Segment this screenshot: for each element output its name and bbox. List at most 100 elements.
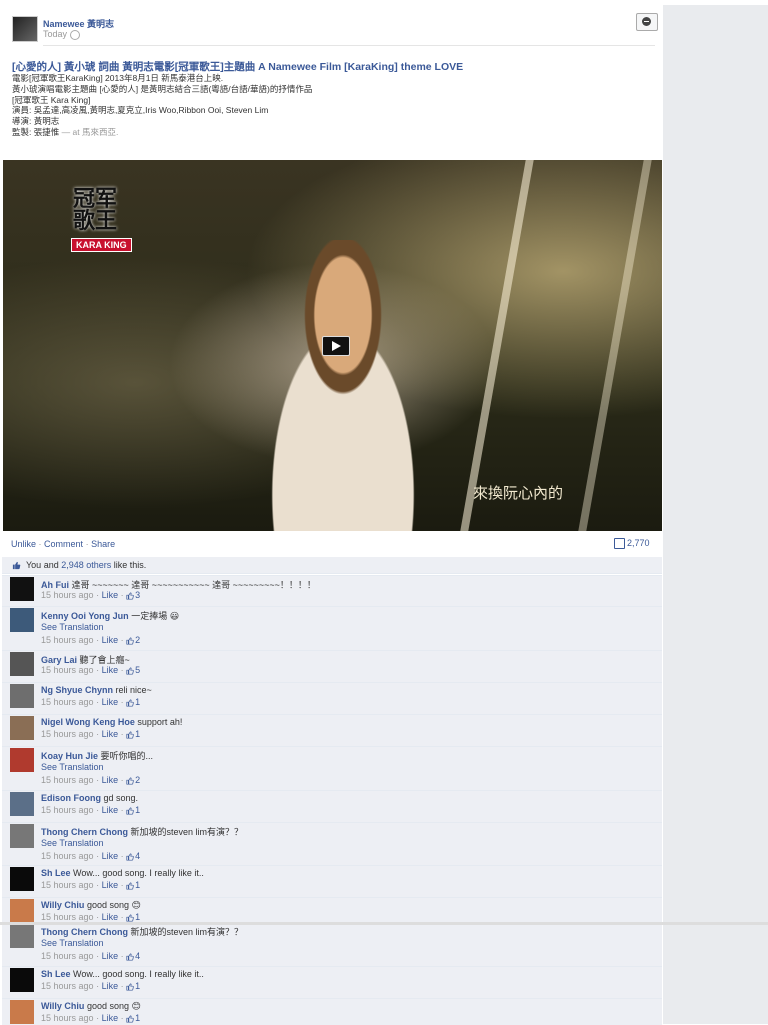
comment-like-link[interactable]: Like: [102, 1013, 119, 1023]
commenter-name[interactable]: Koay Hun Jie: [41, 751, 98, 761]
commenter-avatar[interactable]: [10, 608, 34, 632]
comment-time[interactable]: 15 hours ago: [41, 951, 94, 961]
commenter-name[interactable]: Sh Lee: [41, 969, 71, 979]
comment-time[interactable]: 15 hours ago: [41, 775, 94, 785]
share-count[interactable]: 2,770: [614, 538, 650, 550]
commenter-name[interactable]: Ah Fui: [41, 580, 69, 590]
like-count-value[interactable]: 2: [135, 635, 140, 645]
comment-like-count[interactable]: 1: [126, 880, 140, 890]
like-count-value[interactable]: 2: [135, 775, 140, 785]
commenter-avatar[interactable]: [10, 652, 34, 676]
share-link[interactable]: Share: [91, 539, 115, 549]
commenter-name[interactable]: Thong Chern Chong: [41, 927, 128, 937]
commenter-avatar[interactable]: [10, 899, 34, 923]
see-translation-link[interactable]: See Translation: [41, 762, 104, 772]
comment-like-link[interactable]: Like: [102, 880, 119, 890]
play-icon[interactable]: [322, 336, 350, 356]
like-count-value[interactable]: 1: [135, 981, 140, 991]
comment-time[interactable]: 15 hours ago: [41, 665, 94, 675]
comment-like-link[interactable]: Like: [102, 951, 119, 961]
comment-time[interactable]: 15 hours ago: [41, 981, 94, 991]
commenter-name[interactable]: Gary Lai: [41, 655, 77, 665]
comment-like-count[interactable]: 1: [126, 729, 140, 739]
comment-like-count[interactable]: 2: [126, 635, 140, 645]
separator: ·: [96, 635, 100, 645]
comment-time[interactable]: 15 hours ago: [41, 697, 94, 707]
comment-like-count[interactable]: 3: [126, 590, 140, 600]
comment-like-count[interactable]: 4: [126, 851, 140, 861]
see-translation-link[interactable]: See Translation: [41, 622, 104, 632]
unlike-link[interactable]: Unlike: [11, 539, 36, 549]
commenter-avatar[interactable]: [10, 577, 34, 601]
post-title[interactable]: [心愛的人] 黃小琥 詞曲 黃明志電影[冠軍歌王]主題曲 A Namewee F…: [12, 59, 463, 74]
comment-link[interactable]: Comment: [44, 539, 83, 549]
likes-others[interactable]: 2,948 others: [61, 560, 111, 570]
separator: ·: [96, 805, 100, 815]
commenter-avatar[interactable]: [10, 716, 34, 740]
commenter-avatar[interactable]: [10, 792, 34, 816]
like-count-value[interactable]: 1: [135, 729, 140, 739]
comment-time[interactable]: 15 hours ago: [41, 805, 94, 815]
comment-like-link[interactable]: Like: [102, 851, 119, 861]
comment-like-count[interactable]: 1: [126, 981, 140, 991]
page-avatar[interactable]: [12, 16, 38, 42]
location-link[interactable]: 馬來西亞.: [82, 127, 118, 137]
commenter-avatar[interactable]: [10, 824, 34, 848]
commenter-avatar[interactable]: [10, 748, 34, 772]
commenter-name[interactable]: Ng Shyue Chynn: [41, 685, 113, 695]
commenter-name[interactable]: Willy Chiu: [41, 1001, 84, 1011]
comment-like-count[interactable]: 4: [126, 951, 140, 961]
post-options-button[interactable]: [636, 13, 658, 31]
see-translation-link[interactable]: See Translation: [41, 938, 104, 948]
like-count-value[interactable]: 4: [135, 951, 140, 961]
comment-like-link[interactable]: Like: [102, 981, 119, 991]
comment-time[interactable]: 15 hours ago: [41, 880, 94, 890]
like-count-value[interactable]: 1: [135, 1013, 140, 1023]
post-time-label[interactable]: Today: [43, 29, 67, 39]
comment-like-link[interactable]: Like: [102, 775, 119, 785]
commenter-avatar[interactable]: [10, 867, 34, 891]
comment-time[interactable]: 15 hours ago: [41, 729, 94, 739]
like-count-value[interactable]: 1: [135, 880, 140, 890]
like-count-value[interactable]: 3: [135, 590, 140, 600]
comment-like-count[interactable]: 1: [126, 805, 140, 815]
comment-like-link[interactable]: Like: [102, 590, 119, 600]
commenter-avatar[interactable]: [10, 1000, 34, 1024]
comment-like-count[interactable]: 1: [126, 697, 140, 707]
share-count-value[interactable]: 2,770: [627, 538, 650, 548]
like-count-value[interactable]: 1: [135, 805, 140, 815]
comment-like-link[interactable]: Like: [102, 665, 119, 675]
comment-like-link[interactable]: Like: [102, 729, 119, 739]
comment-like-count[interactable]: 5: [126, 665, 140, 675]
commenter-name[interactable]: Willy Chiu: [41, 900, 84, 910]
comment-time[interactable]: 15 hours ago: [41, 1013, 94, 1023]
like-count-value[interactable]: 4: [135, 851, 140, 861]
commenter-name[interactable]: Thong Chern Chong: [41, 827, 128, 837]
comment-like-link[interactable]: Like: [102, 805, 119, 815]
like-count-value[interactable]: 1: [135, 697, 140, 707]
commenter-avatar[interactable]: [10, 968, 34, 992]
comment-like-link[interactable]: Like: [102, 697, 119, 707]
like-count-value[interactable]: 1: [135, 912, 140, 922]
commenter-name[interactable]: Kenny Ooi Yong Jun: [41, 611, 129, 621]
comment-time[interactable]: 15 hours ago: [41, 851, 94, 861]
comment-like-link[interactable]: Like: [102, 912, 119, 922]
comment-time[interactable]: 15 hours ago: [41, 912, 94, 922]
post-line: 電影[冠軍歌王KaraKing] 2013年8月1日 新馬泰港台上映.: [12, 73, 224, 83]
commenter-name[interactable]: Sh Lee: [41, 868, 71, 878]
commenter-name[interactable]: Nigel Wong Keng Hoe: [41, 717, 135, 727]
comment-meta: 15 hours ago · Like · 5: [41, 665, 140, 675]
see-translation-link[interactable]: See Translation: [41, 838, 104, 848]
video-player[interactable]: 冠军 歌王 KARA KING 來換阮心內的: [3, 160, 662, 531]
like-count-value[interactable]: 5: [135, 665, 140, 675]
commenter-name[interactable]: Edison Foong: [41, 793, 101, 803]
comment-like-count[interactable]: 1: [126, 1013, 140, 1023]
comment-time[interactable]: 15 hours ago: [41, 590, 94, 600]
comment-time[interactable]: 15 hours ago: [41, 635, 94, 645]
comment-like-count[interactable]: 1: [126, 912, 140, 922]
comment-like-link[interactable]: Like: [102, 635, 119, 645]
comment-like-count[interactable]: 2: [126, 775, 140, 785]
commenter-avatar[interactable]: [10, 684, 34, 708]
comment-meta: 15 hours ago · Like · 1: [41, 805, 140, 815]
commenter-avatar[interactable]: [10, 924, 34, 948]
